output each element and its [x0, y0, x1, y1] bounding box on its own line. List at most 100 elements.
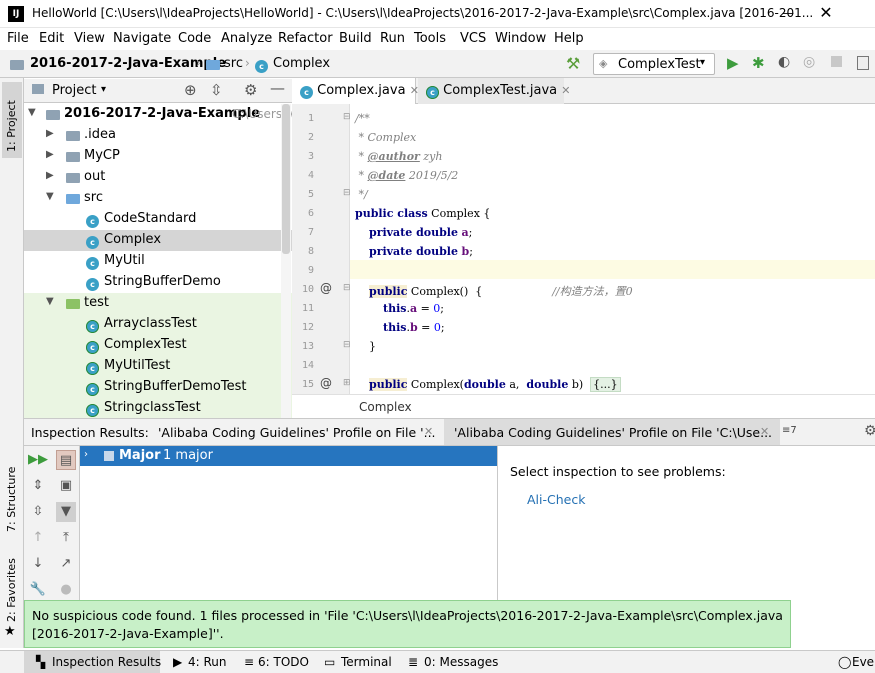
tree-item-complex[interactable]: c Complex	[24, 230, 292, 251]
notification-line-2: [2016-2017-2-Java-Example]''.	[32, 626, 224, 641]
breadcrumb-class[interactable]: Complex	[359, 400, 412, 414]
override-at-icon: @	[320, 376, 332, 390]
rerun-icon[interactable]: ▶▶	[28, 450, 48, 470]
status-messages-tab[interactable]: 0: Messages	[424, 655, 498, 669]
tree-item-out[interactable]: ▶ out	[24, 167, 292, 188]
autoscroll-icon[interactable]: ↗	[56, 554, 76, 574]
close-button[interactable]: ✕	[816, 3, 836, 25]
tree-item-major[interactable]: › Major 1 major	[80, 446, 497, 466]
chevron-right-icon: ▶	[46, 170, 54, 181]
gear-icon[interactable]: ⚙	[864, 423, 875, 439]
menu-run[interactable]: Run	[380, 31, 405, 46]
nav-file[interactable]: Complex	[273, 56, 330, 71]
menu-window[interactable]: Window	[495, 31, 546, 46]
tab-complextest-java[interactable]: c ComplexTest.java ✕	[418, 78, 571, 104]
debug-icon[interactable]: ✱	[752, 54, 765, 72]
nav-folder[interactable]: src	[224, 56, 243, 71]
status-run-tab[interactable]: 4: Run	[188, 655, 227, 669]
run-icon[interactable]: ▶	[727, 54, 739, 72]
src-folder-icon	[206, 58, 220, 72]
project-tool-tab[interactable]: 1: Project	[2, 82, 22, 158]
filter-icon[interactable]: ▼	[56, 502, 76, 522]
hammer-build-icon[interactable]: ⚒	[566, 54, 580, 73]
close-icon[interactable]: ✕	[424, 425, 433, 438]
tab-complex-java[interactable]: c Complex.java ✕	[292, 78, 419, 104]
tree-item-codestandard[interactable]: c CodeStandard	[24, 209, 292, 230]
tree-item-stringbufferdemotest[interactable]: c StringBufferDemoTest	[24, 377, 292, 398]
code-line-2: * Complex	[355, 131, 417, 144]
unfold-icon[interactable]: ⊞	[343, 378, 351, 388]
expand-all-icon[interactable]: ⇕	[28, 476, 48, 496]
fold-icon[interactable]: ⊟	[343, 283, 351, 293]
tree-item-test[interactable]: ▼ test	[24, 293, 292, 314]
menu-view[interactable]: View	[74, 31, 105, 46]
group-by-directory-icon[interactable]: ▣	[56, 476, 76, 496]
minimize-button[interactable]: —	[778, 2, 798, 24]
terminal-icon: ▭	[324, 655, 336, 669]
tree-item-root[interactable]: ▼ 2016-2017-2-Java-Example C:\Users\l\	[24, 104, 294, 125]
structure-tool-tab[interactable]: 7: Structure	[2, 448, 22, 538]
menu-tools[interactable]: Tools	[414, 31, 446, 46]
inspection-tab-1[interactable]: 'Alibaba Coding Guidelines' Profile on F…	[148, 419, 438, 445]
ali-check-link[interactable]: Ali-Check	[527, 492, 585, 507]
status-terminal-tab[interactable]: Terminal	[341, 655, 392, 669]
project-structure-icon[interactable]	[857, 56, 869, 70]
folded-code-block[interactable]: {...}	[590, 377, 621, 392]
menu-analyze[interactable]: Analyze	[221, 31, 272, 46]
coverage-icon[interactable]: ◐	[778, 54, 790, 70]
stop-icon[interactable]	[831, 56, 842, 67]
hide-icon[interactable]: —	[270, 79, 285, 97]
tabs-overflow-button[interactable]: ≡7	[782, 425, 797, 436]
status-inspection-label[interactable]: Inspection Results	[52, 655, 161, 669]
lightbulb-icon[interactable]: ●	[56, 580, 76, 600]
collapse-all-icon[interactable]: ⇳	[210, 81, 223, 99]
group-by-severity-icon[interactable]: ▤	[56, 450, 76, 470]
arrow-down-icon[interactable]: ↓	[28, 554, 48, 574]
tree-item-myutiltest[interactable]: c MyUtilTest	[24, 356, 292, 377]
fold-icon[interactable]: ⊟	[343, 340, 351, 350]
project-view-label[interactable]: Project	[52, 83, 96, 98]
scrollbar-thumb[interactable]	[282, 104, 290, 254]
tree-item-complextest[interactable]: c ComplexTest	[24, 335, 292, 356]
close-icon[interactable]: ✕	[561, 84, 570, 97]
profile-icon[interactable]: ◎	[803, 54, 815, 70]
project-scrollbar[interactable]	[281, 104, 291, 418]
chevron-down-icon[interactable]: ▾	[101, 84, 106, 95]
close-icon[interactable]: ✕	[760, 425, 769, 438]
line-number: 9	[307, 265, 314, 276]
tree-item-mycp[interactable]: ▶ MyCP	[24, 146, 292, 167]
menu-vcs[interactable]: VCS	[460, 31, 486, 46]
status-event-log[interactable]: Ever	[852, 655, 875, 669]
test-class-icon: c	[86, 380, 99, 396]
export-icon[interactable]: ⤒	[56, 528, 76, 548]
menu-build[interactable]: Build	[339, 31, 372, 46]
tree-item-stringclasstest[interactable]: c StringclassTest	[24, 398, 292, 418]
collapse-all-icon[interactable]: ⇳	[28, 502, 48, 522]
arrow-up-icon[interactable]: ↑	[28, 528, 48, 548]
fold-icon[interactable]: ⊟	[343, 112, 351, 122]
tree-item-arrayclasstest[interactable]: c ArrayclassTest	[24, 314, 292, 335]
notification-balloon[interactable]: No suspicious code found. 1 files proces…	[24, 600, 791, 648]
tree-item-idea[interactable]: ▶ .idea	[24, 125, 292, 146]
menu-help[interactable]: Help	[554, 31, 584, 46]
tree-item-myutil[interactable]: c MyUtil	[24, 251, 292, 272]
favorites-tool-tab[interactable]: 2: Favorites ★	[2, 548, 22, 639]
tree-label: test	[84, 295, 109, 310]
wrench-icon[interactable]: 🔧	[28, 580, 48, 600]
gear-icon[interactable]: ⚙	[244, 81, 257, 99]
menu-file[interactable]: File	[7, 31, 29, 46]
inspection-tab-2[interactable]: 'Alibaba Coding Guidelines' Profile on F…	[444, 419, 780, 445]
menu-code[interactable]: Code	[178, 31, 211, 46]
folder-icon	[66, 171, 80, 186]
menu-navigate[interactable]: Navigate	[113, 31, 171, 46]
code-line-11: this.a = 0;	[382, 302, 445, 315]
menu-edit[interactable]: Edit	[39, 31, 64, 46]
menu-refactor[interactable]: Refactor	[278, 31, 333, 46]
fold-icon[interactable]: ⊟	[343, 188, 351, 198]
locate-icon[interactable]: ⊕	[184, 81, 197, 99]
tree-item-src[interactable]: ▼ src	[24, 188, 292, 209]
status-todo-tab[interactable]: 6: TODO	[258, 655, 309, 669]
tree-item-stringbufferdemo[interactable]: c StringBufferDemo	[24, 272, 292, 293]
line-number: 6	[307, 208, 314, 219]
run-config-dropdown[interactable]: ◈ ComplexTest ▾	[593, 53, 715, 75]
